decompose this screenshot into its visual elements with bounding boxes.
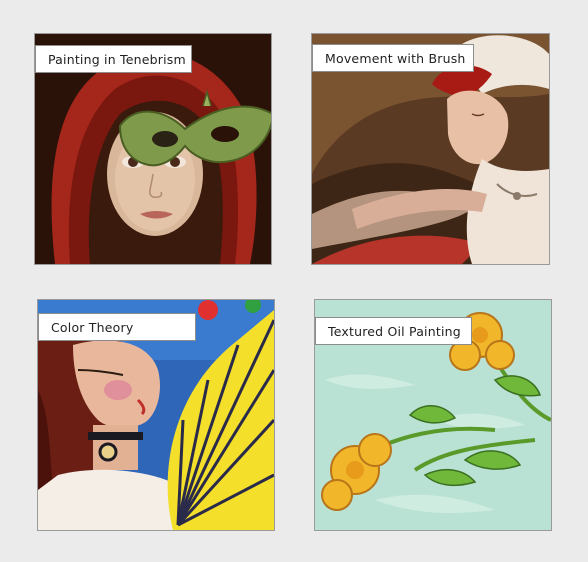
gallery-card-color-theory[interactable]: Color Theory: [37, 299, 275, 531]
gallery-card-textured-oil[interactable]: Textured Oil Painting: [314, 299, 552, 531]
card-title-label: Painting in Tenebrism: [35, 45, 192, 73]
gallery-card-movement[interactable]: Movement with Brush: [311, 33, 550, 265]
gallery-card-tenebrism[interactable]: Painting in Tenebrism: [34, 33, 272, 265]
card-title-label: Textured Oil Painting: [315, 317, 472, 345]
card-title-label: Movement with Brush: [312, 44, 474, 72]
card-title-label: Color Theory: [38, 313, 196, 341]
